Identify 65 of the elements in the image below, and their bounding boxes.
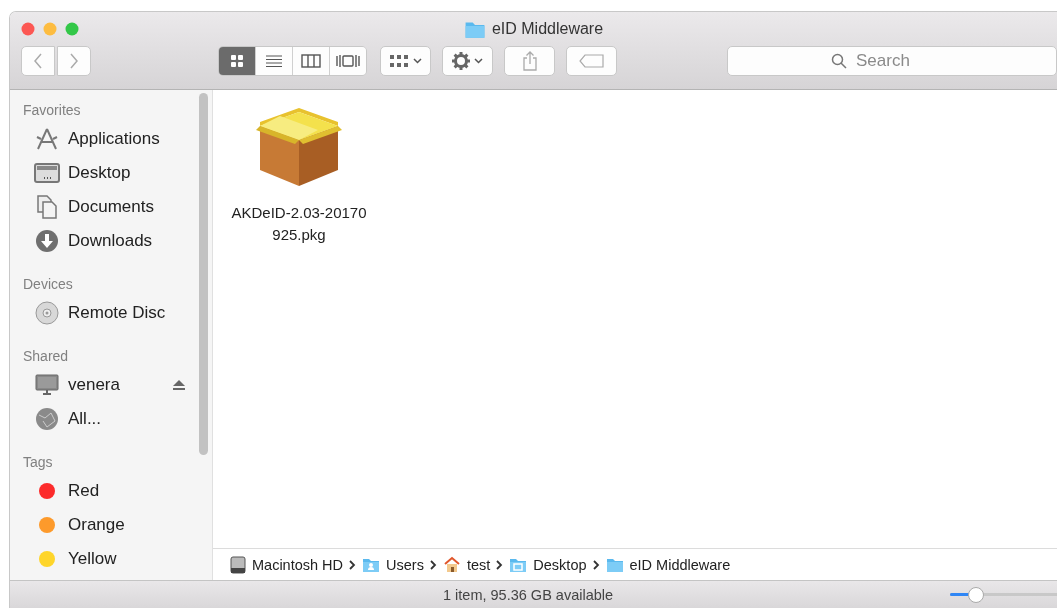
sidebar-item[interactable]: venera	[68, 375, 165, 395]
folder-icon	[362, 556, 381, 573]
monitor-icon	[34, 163, 60, 183]
share-button[interactable]	[504, 46, 556, 76]
share-icon	[521, 51, 538, 71]
view-mode-tab[interactable]	[255, 47, 292, 75]
view-mode-control[interactable]	[218, 46, 368, 76]
download-icon	[35, 229, 59, 253]
sidebar-item[interactable]: Applications	[68, 129, 185, 149]
slider-thumb[interactable]	[967, 586, 984, 603]
folder-icon	[605, 556, 624, 573]
icon-view-icon	[230, 54, 244, 68]
path-item[interactable]: Macintosh HD	[252, 556, 344, 573]
sidebar-item[interactable]: Documents	[68, 197, 185, 217]
window-title: eID Middleware	[491, 20, 604, 38]
sidebar-heading: Favorites	[22, 101, 82, 120]
path-item[interactable]: eID Middleware	[629, 556, 731, 573]
arrange-button[interactable]	[380, 46, 432, 76]
sidebar-heading: Devices	[22, 275, 74, 294]
globe-icon	[35, 407, 59, 431]
view-mode-tab[interactable]	[219, 47, 255, 75]
sidebar-item[interactable]: Remote Disc	[68, 303, 185, 323]
close-button[interactable]	[21, 22, 35, 36]
folder-icon	[509, 556, 528, 573]
cover-flow-icon	[336, 54, 360, 68]
sidebar-heading: Tags	[22, 453, 54, 472]
path-item[interactable]: Users	[386, 556, 424, 573]
chevron-right-icon	[429, 559, 437, 570]
chevron-right-icon	[349, 559, 357, 570]
sidebar-item[interactable]: Downloads	[68, 231, 185, 251]
chevron-left-icon	[33, 53, 43, 69]
home-icon	[442, 556, 461, 573]
disc-icon	[35, 301, 59, 325]
view-mode-tab[interactable]	[329, 47, 366, 75]
chevron-right-icon	[496, 559, 504, 570]
action-button[interactable]	[442, 46, 494, 76]
documents-icon	[36, 195, 58, 219]
sidebar-item[interactable]: Yellow	[68, 549, 185, 569]
forward-button[interactable]	[57, 46, 91, 76]
sidebar-heading: Shared	[22, 347, 70, 366]
sidebar-item[interactable]: Desktop	[68, 163, 185, 183]
sidebar-item[interactable]: All...	[68, 409, 185, 429]
eject-icon[interactable]	[173, 379, 185, 391]
status-text: 1 item, 95.36 GB available	[443, 586, 614, 603]
tag-icon	[578, 54, 605, 68]
view-mode-tab[interactable]	[292, 47, 329, 75]
chevron-right-icon	[592, 559, 600, 570]
file-name[interactable]: AKDeID-2.03-20170925.pkg	[229, 202, 369, 246]
chevron-right-icon	[69, 53, 79, 69]
list-view-icon	[265, 54, 283, 68]
caret-icon	[413, 58, 423, 64]
grid-icon	[389, 54, 410, 68]
search-field[interactable]: Search	[727, 46, 1057, 76]
path-item[interactable]: Desktop	[533, 556, 587, 573]
computer-icon	[35, 374, 59, 396]
zoom-button[interactable]	[65, 22, 79, 36]
scroll-bar[interactable]	[199, 93, 208, 455]
sidebar-item[interactable]: Red	[68, 481, 185, 501]
gear-icon	[452, 52, 471, 70]
path-item[interactable]: test	[466, 556, 491, 573]
sidebar-item[interactable]: Orange	[68, 515, 185, 535]
applications-icon	[35, 128, 59, 150]
caret-icon	[474, 58, 484, 64]
search-icon	[831, 53, 848, 69]
column-view-icon	[301, 54, 321, 68]
